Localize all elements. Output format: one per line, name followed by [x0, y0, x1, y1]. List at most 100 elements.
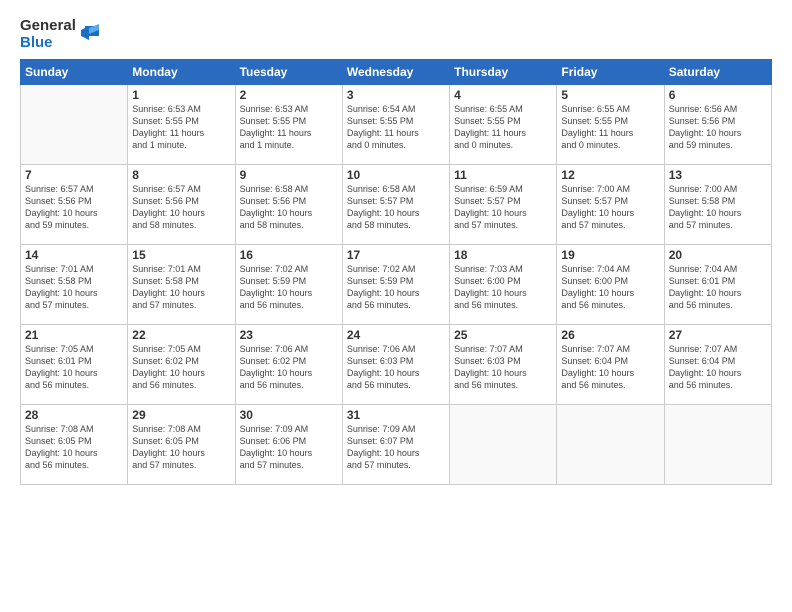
day-info: Sunrise: 6:59 AM Sunset: 5:57 PM Dayligh…	[454, 183, 552, 232]
calendar-cell: 9Sunrise: 6:58 AM Sunset: 5:56 PM Daylig…	[235, 165, 342, 245]
day-info: Sunrise: 6:57 AM Sunset: 5:56 PM Dayligh…	[25, 183, 123, 232]
calendar-cell: 15Sunrise: 7:01 AM Sunset: 5:58 PM Dayli…	[128, 245, 235, 325]
header-sunday: Sunday	[21, 60, 128, 85]
day-info: Sunrise: 6:58 AM Sunset: 5:56 PM Dayligh…	[240, 183, 338, 232]
calendar-cell: 7Sunrise: 6:57 AM Sunset: 5:56 PM Daylig…	[21, 165, 128, 245]
calendar-cell: 20Sunrise: 7:04 AM Sunset: 6:01 PM Dayli…	[664, 245, 771, 325]
calendar-cell: 6Sunrise: 6:56 AM Sunset: 5:56 PM Daylig…	[664, 85, 771, 165]
calendar-cell: 12Sunrise: 7:00 AM Sunset: 5:57 PM Dayli…	[557, 165, 664, 245]
header-tuesday: Tuesday	[235, 60, 342, 85]
calendar-cell: 2Sunrise: 6:53 AM Sunset: 5:55 PM Daylig…	[235, 85, 342, 165]
header-thursday: Thursday	[450, 60, 557, 85]
header-saturday: Saturday	[664, 60, 771, 85]
logo-blue: Blue	[20, 35, 76, 52]
day-info: Sunrise: 7:08 AM Sunset: 6:05 PM Dayligh…	[25, 423, 123, 472]
day-number: 25	[454, 328, 552, 342]
day-info: Sunrise: 6:54 AM Sunset: 5:55 PM Dayligh…	[347, 103, 445, 152]
day-info: Sunrise: 7:00 AM Sunset: 5:58 PM Dayligh…	[669, 183, 767, 232]
day-info: Sunrise: 6:53 AM Sunset: 5:55 PM Dayligh…	[132, 103, 230, 152]
weekday-header-row: Sunday Monday Tuesday Wednesday Thursday…	[21, 60, 772, 85]
day-number: 21	[25, 328, 123, 342]
day-number: 17	[347, 248, 445, 262]
day-info: Sunrise: 6:57 AM Sunset: 5:56 PM Dayligh…	[132, 183, 230, 232]
day-number: 9	[240, 168, 338, 182]
day-number: 2	[240, 88, 338, 102]
calendar-cell	[450, 405, 557, 485]
day-info: Sunrise: 7:09 AM Sunset: 6:07 PM Dayligh…	[347, 423, 445, 472]
calendar-cell	[21, 85, 128, 165]
calendar-cell: 13Sunrise: 7:00 AM Sunset: 5:58 PM Dayli…	[664, 165, 771, 245]
page: General Blue Sunday Monday Tuesday Wedne…	[0, 0, 792, 612]
day-info: Sunrise: 7:03 AM Sunset: 6:00 PM Dayligh…	[454, 263, 552, 312]
day-info: Sunrise: 7:07 AM Sunset: 6:03 PM Dayligh…	[454, 343, 552, 392]
calendar-cell: 14Sunrise: 7:01 AM Sunset: 5:58 PM Dayli…	[21, 245, 128, 325]
day-number: 15	[132, 248, 230, 262]
day-number: 19	[561, 248, 659, 262]
logo-icon	[79, 22, 101, 44]
calendar-week-3: 14Sunrise: 7:01 AM Sunset: 5:58 PM Dayli…	[21, 245, 772, 325]
day-number: 18	[454, 248, 552, 262]
calendar-cell: 27Sunrise: 7:07 AM Sunset: 6:04 PM Dayli…	[664, 325, 771, 405]
day-info: Sunrise: 7:06 AM Sunset: 6:02 PM Dayligh…	[240, 343, 338, 392]
day-info: Sunrise: 7:01 AM Sunset: 5:58 PM Dayligh…	[25, 263, 123, 312]
day-number: 30	[240, 408, 338, 422]
day-info: Sunrise: 7:00 AM Sunset: 5:57 PM Dayligh…	[561, 183, 659, 232]
day-number: 8	[132, 168, 230, 182]
calendar-cell: 21Sunrise: 7:05 AM Sunset: 6:01 PM Dayli…	[21, 325, 128, 405]
day-info: Sunrise: 7:04 AM Sunset: 6:00 PM Dayligh…	[561, 263, 659, 312]
calendar-cell: 5Sunrise: 6:55 AM Sunset: 5:55 PM Daylig…	[557, 85, 664, 165]
calendar-cell: 11Sunrise: 6:59 AM Sunset: 5:57 PM Dayli…	[450, 165, 557, 245]
day-info: Sunrise: 7:08 AM Sunset: 6:05 PM Dayligh…	[132, 423, 230, 472]
calendar-cell: 3Sunrise: 6:54 AM Sunset: 5:55 PM Daylig…	[342, 85, 449, 165]
calendar-week-5: 28Sunrise: 7:08 AM Sunset: 6:05 PM Dayli…	[21, 405, 772, 485]
day-info: Sunrise: 7:02 AM Sunset: 5:59 PM Dayligh…	[240, 263, 338, 312]
calendar-cell: 29Sunrise: 7:08 AM Sunset: 6:05 PM Dayli…	[128, 405, 235, 485]
day-number: 3	[347, 88, 445, 102]
day-number: 20	[669, 248, 767, 262]
calendar-cell: 25Sunrise: 7:07 AM Sunset: 6:03 PM Dayli…	[450, 325, 557, 405]
day-number: 31	[347, 408, 445, 422]
calendar-cell: 10Sunrise: 6:58 AM Sunset: 5:57 PM Dayli…	[342, 165, 449, 245]
day-number: 23	[240, 328, 338, 342]
day-info: Sunrise: 6:58 AM Sunset: 5:57 PM Dayligh…	[347, 183, 445, 232]
calendar-cell: 26Sunrise: 7:07 AM Sunset: 6:04 PM Dayli…	[557, 325, 664, 405]
day-info: Sunrise: 7:01 AM Sunset: 5:58 PM Dayligh…	[132, 263, 230, 312]
day-number: 16	[240, 248, 338, 262]
day-info: Sunrise: 7:04 AM Sunset: 6:01 PM Dayligh…	[669, 263, 767, 312]
day-number: 7	[25, 168, 123, 182]
day-number: 22	[132, 328, 230, 342]
calendar-cell: 24Sunrise: 7:06 AM Sunset: 6:03 PM Dayli…	[342, 325, 449, 405]
calendar-cell: 22Sunrise: 7:05 AM Sunset: 6:02 PM Dayli…	[128, 325, 235, 405]
header-wednesday: Wednesday	[342, 60, 449, 85]
day-number: 6	[669, 88, 767, 102]
day-info: Sunrise: 6:56 AM Sunset: 5:56 PM Dayligh…	[669, 103, 767, 152]
calendar-cell	[557, 405, 664, 485]
calendar-cell: 19Sunrise: 7:04 AM Sunset: 6:00 PM Dayli…	[557, 245, 664, 325]
logo-text-group: General Blue	[20, 18, 76, 51]
calendar-week-2: 7Sunrise: 6:57 AM Sunset: 5:56 PM Daylig…	[21, 165, 772, 245]
calendar-week-4: 21Sunrise: 7:05 AM Sunset: 6:01 PM Dayli…	[21, 325, 772, 405]
header-monday: Monday	[128, 60, 235, 85]
calendar-cell: 17Sunrise: 7:02 AM Sunset: 5:59 PM Dayli…	[342, 245, 449, 325]
day-info: Sunrise: 7:09 AM Sunset: 6:06 PM Dayligh…	[240, 423, 338, 472]
day-info: Sunrise: 6:55 AM Sunset: 5:55 PM Dayligh…	[561, 103, 659, 152]
calendar-week-1: 1Sunrise: 6:53 AM Sunset: 5:55 PM Daylig…	[21, 85, 772, 165]
header-friday: Friday	[557, 60, 664, 85]
day-number: 12	[561, 168, 659, 182]
day-number: 27	[669, 328, 767, 342]
header: General Blue	[20, 18, 772, 51]
day-info: Sunrise: 7:05 AM Sunset: 6:01 PM Dayligh…	[25, 343, 123, 392]
calendar-cell: 8Sunrise: 6:57 AM Sunset: 5:56 PM Daylig…	[128, 165, 235, 245]
calendar-cell	[664, 405, 771, 485]
calendar-cell: 4Sunrise: 6:55 AM Sunset: 5:55 PM Daylig…	[450, 85, 557, 165]
day-number: 1	[132, 88, 230, 102]
day-number: 26	[561, 328, 659, 342]
calendar-cell: 1Sunrise: 6:53 AM Sunset: 5:55 PM Daylig…	[128, 85, 235, 165]
day-info: Sunrise: 7:07 AM Sunset: 6:04 PM Dayligh…	[561, 343, 659, 392]
calendar-cell: 16Sunrise: 7:02 AM Sunset: 5:59 PM Dayli…	[235, 245, 342, 325]
logo: General Blue	[20, 18, 101, 51]
calendar-cell: 18Sunrise: 7:03 AM Sunset: 6:00 PM Dayli…	[450, 245, 557, 325]
day-number: 5	[561, 88, 659, 102]
day-number: 10	[347, 168, 445, 182]
day-info: Sunrise: 7:07 AM Sunset: 6:04 PM Dayligh…	[669, 343, 767, 392]
